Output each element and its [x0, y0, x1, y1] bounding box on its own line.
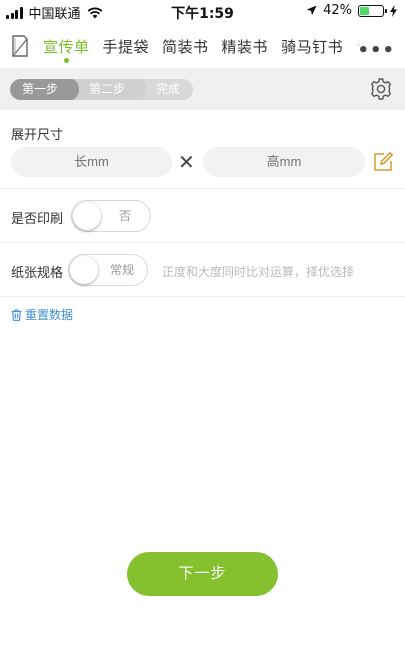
- charging-bolt-icon: [390, 4, 397, 17]
- battery-percent: 42%: [323, 3, 352, 18]
- settings-gear-icon[interactable]: [369, 77, 393, 101]
- step-2: 第二步: [73, 79, 147, 100]
- toggle-knob: [73, 202, 101, 230]
- category-nav: 宣传单 手提袋 简装书 精装书 骑马钉书 · •••: [0, 28, 405, 66]
- tab-handbag[interactable]: 手提袋: [103, 36, 150, 63]
- tab-list: 宣传单 手提袋 简装书 精装书 骑马钉书 ·: [43, 36, 363, 63]
- steps-bar: 第一步 第二步 完成: [0, 68, 405, 110]
- divider: [0, 242, 405, 243]
- divider: [0, 296, 405, 297]
- document-logo-icon[interactable]: [10, 34, 30, 58]
- divider: [0, 188, 405, 189]
- tab-flyer[interactable]: 宣传单: [43, 36, 90, 63]
- trash-icon: [11, 308, 22, 321]
- step-indicator: 第一步 第二步 完成: [10, 79, 194, 100]
- next-step-button[interactable]: 下一步: [127, 552, 278, 596]
- edit-pencil-icon[interactable]: [372, 151, 394, 173]
- height-input[interactable]: [203, 147, 365, 177]
- print-label: 是否印刷: [11, 212, 64, 227]
- toggle-knob: [70, 256, 98, 284]
- reset-data-label: 重置数据: [25, 308, 74, 322]
- more-icon[interactable]: •••: [357, 40, 395, 61]
- paper-spec-hint: 正度和大度同时比对运算，择优选择: [162, 265, 355, 279]
- unfolded-size-label: 展开尺寸: [11, 128, 64, 143]
- length-input[interactable]: [11, 147, 172, 177]
- tab-saddle-stitch[interactable]: 骑马钉书: [281, 36, 343, 63]
- print-toggle[interactable]: 否: [71, 200, 151, 232]
- step-1: 第一步: [10, 79, 80, 100]
- status-bar-right: 42%: [306, 3, 397, 18]
- paper-spec-toggle-value: 常规: [109, 263, 134, 277]
- location-arrow-icon: [306, 5, 317, 16]
- multiply-icon: ✕: [178, 150, 195, 174]
- tab-hardcover[interactable]: 精装书: [222, 36, 269, 63]
- paper-spec-toggle[interactable]: 常规: [68, 254, 148, 286]
- step-complete: 完成: [140, 79, 194, 100]
- reset-data-link[interactable]: 重置数据: [11, 306, 73, 323]
- tab-paperback[interactable]: 简装书: [162, 36, 209, 63]
- paper-spec-label: 纸张规格: [11, 266, 64, 281]
- print-toggle-value: 否: [118, 209, 131, 223]
- status-bar: 中国联通 下午1:59 42%: [0, 0, 405, 24]
- battery-icon: [358, 4, 387, 17]
